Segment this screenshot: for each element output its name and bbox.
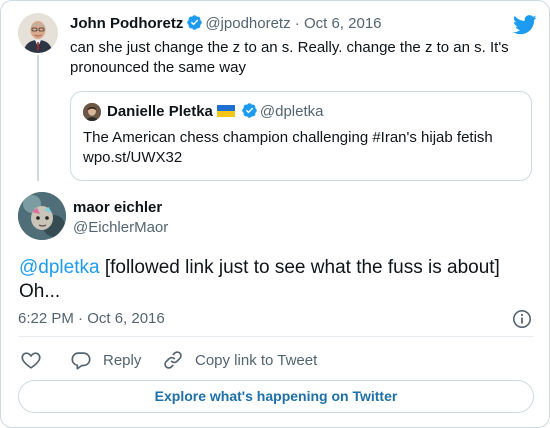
quoted-tweet-link[interactable]: wpo.st/UWX32	[83, 148, 523, 168]
avatar[interactable]	[83, 103, 101, 121]
author-handle[interactable]: @jpodhoretz	[205, 15, 290, 32]
copy-link-label: Copy link to Tweet	[195, 351, 318, 369]
reply-icon	[70, 349, 92, 371]
reply-label: Reply	[103, 351, 142, 369]
author-handle[interactable]: @EichlerMaor	[73, 218, 168, 238]
author-handle[interactable]: @dpletka	[260, 103, 324, 120]
avatar[interactable]	[18, 192, 66, 240]
quoted-tweet[interactable]: Danielle Pletka @dpletka The American che…	[70, 91, 532, 181]
quoted-tweet-header: Danielle Pletka @dpletka	[107, 102, 324, 125]
divider	[18, 336, 534, 337]
main-tweet-text: @dpletka [followed link just to see what…	[19, 256, 534, 304]
author-name[interactable]: John Podhoretz	[70, 15, 183, 32]
thread-connector-line	[37, 55, 39, 181]
separator-dot: ·	[294, 15, 300, 32]
author-name[interactable]: maor eichler	[73, 198, 162, 218]
twitter-bird-icon[interactable]	[513, 15, 537, 40]
avatar[interactable]	[18, 13, 58, 53]
mention-link[interactable]: @dpletka	[19, 257, 100, 278]
ukraine-flag-icon	[216, 103, 235, 117]
like-button[interactable]	[20, 348, 42, 372]
tweet-actions: Reply Copy link to Tweet	[18, 348, 534, 372]
verified-badge-icon	[186, 14, 203, 37]
heart-icon	[20, 349, 42, 371]
tweet-timestamp[interactable]: 6:22 PM · Oct 6, 2016	[18, 309, 165, 329]
verified-badge-icon	[241, 102, 258, 125]
reply-button[interactable]: Reply	[70, 348, 141, 372]
author-name[interactable]: Danielle Pletka	[107, 103, 213, 120]
link-icon	[162, 349, 184, 371]
parent-tweet-header: John Podhoretz @jpodhoretz · Oct 6, 2016	[70, 14, 382, 37]
quoted-tweet-text-line: The American chess champion challenging …	[83, 129, 493, 146]
tweet-embed-card: John Podhoretz @jpodhoretz · Oct 6, 2016 …	[0, 0, 550, 428]
info-icon[interactable]	[512, 309, 532, 334]
copy-link-button[interactable]: Copy link to Tweet	[162, 348, 317, 372]
tweet-date[interactable]: Oct 6, 2016	[304, 15, 382, 32]
explore-twitter-button[interactable]: Explore what's happening on Twitter	[18, 380, 534, 413]
quoted-tweet-text: The American chess champion challenging …	[83, 128, 523, 168]
parent-tweet-text: can she just change the z to an s. Reall…	[70, 39, 509, 76]
